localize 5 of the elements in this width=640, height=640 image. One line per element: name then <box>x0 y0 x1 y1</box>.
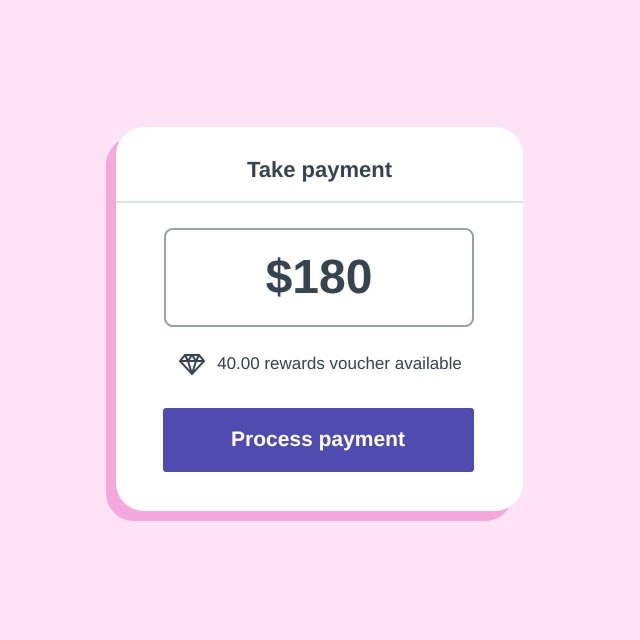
amount-field[interactable]: $180 <box>164 228 474 327</box>
rewards-note: 40.00 rewards voucher available <box>217 354 462 374</box>
card-title: Take payment <box>246 157 392 183</box>
process-payment-button[interactable]: Process payment <box>162 408 474 472</box>
diamond-icon <box>179 353 206 375</box>
